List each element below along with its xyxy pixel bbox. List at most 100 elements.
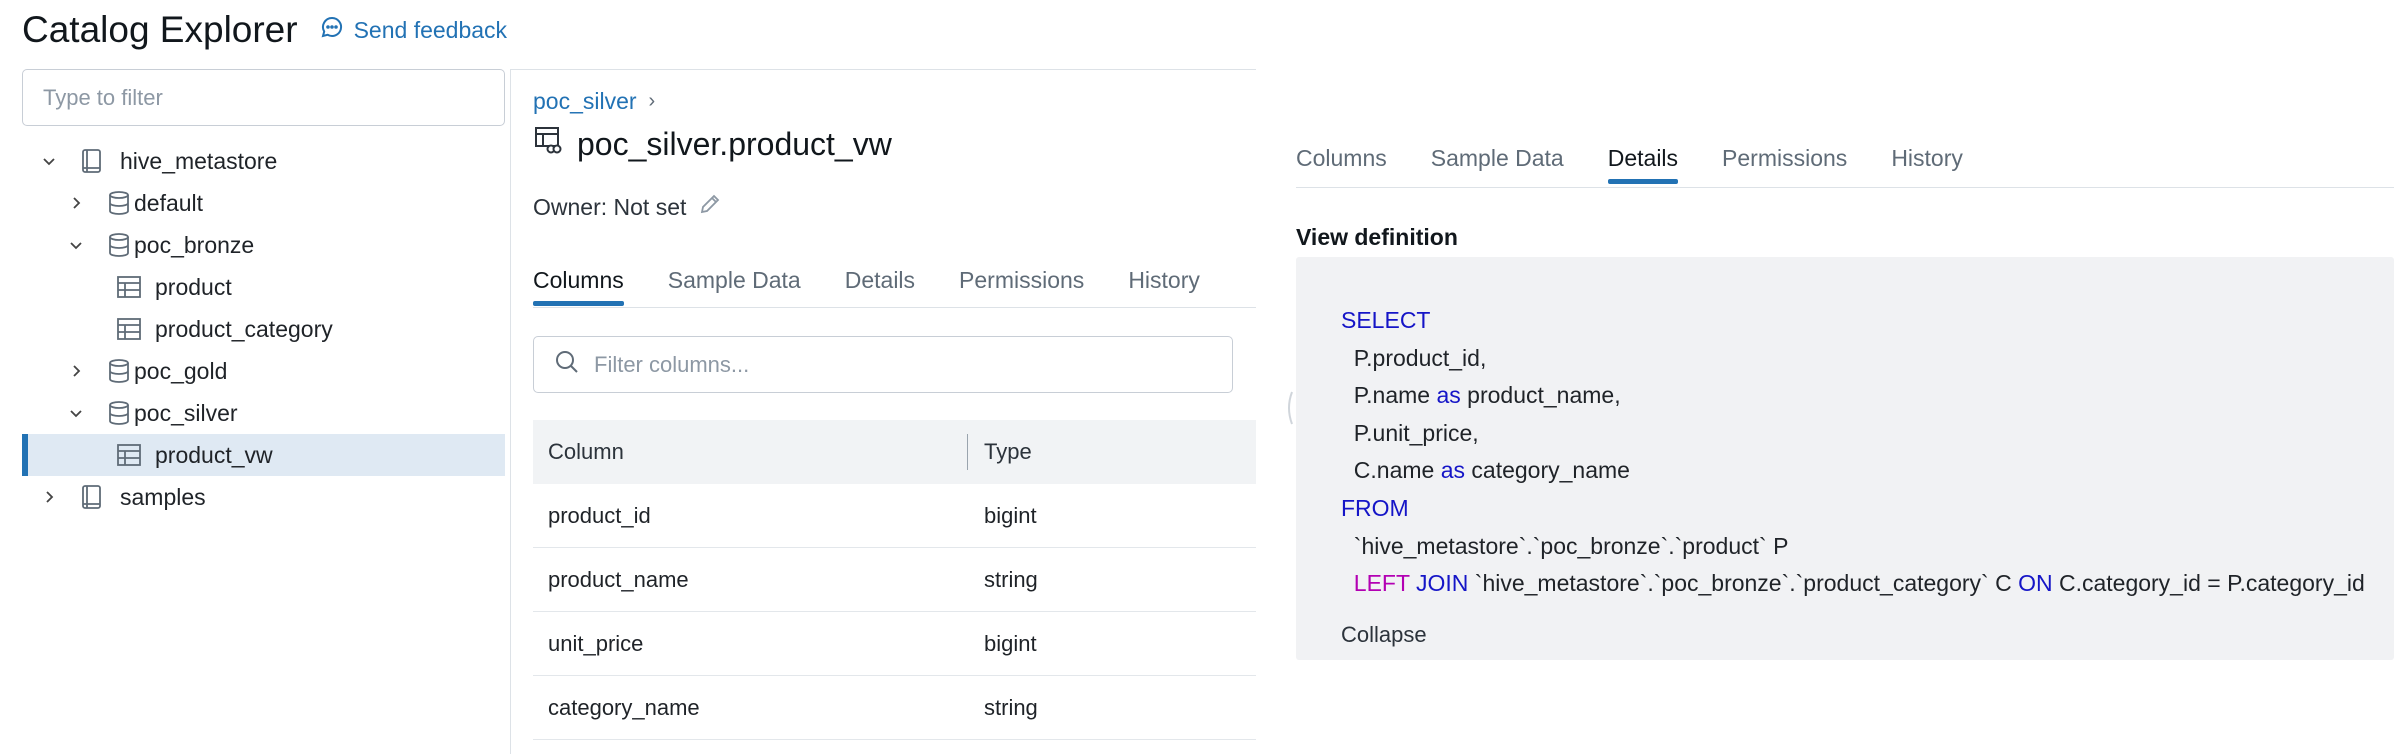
chevron-down-icon[interactable]: [66, 403, 86, 423]
tree-item-product-category[interactable]: product_category: [22, 308, 505, 350]
cell-column-type: bigint: [984, 630, 1037, 656]
pencil-icon[interactable]: [698, 192, 722, 222]
sql-text: P.unit_price,: [1353, 419, 1479, 446]
chevron-down-icon[interactable]: [66, 235, 86, 255]
sql-text: `hive_metastore`.`poc_bronze`.`product` …: [1353, 532, 1789, 559]
panel-divider: [510, 69, 511, 754]
catalog-sidebar: hive_metastore default poc_bronze produc…: [22, 69, 505, 754]
view-icon: [533, 125, 563, 163]
table-icon: [115, 315, 143, 343]
owner-row: Owner: Not set: [533, 192, 722, 222]
object-tabs: Columns Sample Data Details Permissions …: [533, 267, 1200, 306]
cell-column-name: product_id: [548, 502, 651, 528]
breadcrumb-schema-link[interactable]: poc_silver: [533, 88, 637, 115]
tree-item-label: poc_bronze: [134, 231, 255, 258]
tree-item-product-vw[interactable]: product_vw: [22, 434, 505, 476]
tabs-divider: [1296, 187, 2394, 188]
details-tabs: Columns Sample Data Details Permissions …: [1296, 145, 1963, 184]
sql-text: category_name: [1465, 457, 1630, 484]
cell-column-name: unit_price: [548, 630, 644, 656]
page-header: Catalog Explorer Send feedback: [22, 0, 507, 60]
tree-item-label: product_vw: [155, 441, 273, 468]
sql-keyword: FROM: [1341, 494, 1409, 521]
tab-details[interactable]: Details: [1607, 145, 1679, 184]
page-title: Catalog Explorer: [22, 9, 298, 50]
tab-permissions[interactable]: Permissions: [959, 267, 1084, 306]
database-icon: [105, 399, 133, 427]
view-definition-heading: View definition: [1296, 224, 1458, 250]
sql-keyword: as: [1440, 457, 1466, 484]
tree-item-poc-silver[interactable]: poc_silver: [22, 392, 505, 434]
tree-item-label: samples: [120, 483, 206, 510]
catalog-icon: [78, 483, 106, 511]
feedback-label: Send feedback: [353, 16, 508, 43]
columns-table: Column Type product_id bigint product_na…: [533, 420, 1256, 740]
tree-item-hive-metastore[interactable]: hive_metastore: [22, 140, 505, 182]
collapse-button[interactable]: Collapse: [1341, 622, 1427, 648]
sql-text: `hive_metastore`.`poc_bronze`.`product_c…: [1468, 570, 2019, 597]
tab-history[interactable]: History: [1891, 145, 1963, 184]
sql-keyword: LEFT: [1353, 570, 1410, 597]
cell-column-type: string: [984, 694, 1038, 720]
cell-column-name: product_name: [548, 566, 689, 592]
object-detail-panel: poc_silver › poc_silver.product_vw Owner…: [533, 70, 1256, 754]
tree-filter-input[interactable]: [22, 69, 505, 126]
table-icon: [115, 441, 143, 469]
chevron-right-icon[interactable]: [66, 361, 86, 381]
breadcrumb-separator: ›: [648, 90, 656, 112]
column-filter-input[interactable]: [594, 351, 1194, 378]
tab-columns[interactable]: Columns: [1296, 145, 1387, 184]
table-icon: [115, 273, 143, 301]
database-icon: [105, 231, 133, 259]
feedback-icon: [320, 15, 344, 45]
table-row[interactable]: product_name string: [533, 548, 1256, 612]
sql-code: SELECT P.product_id, P.name as product_n…: [1341, 302, 2365, 603]
table-row[interactable]: category_name string: [533, 676, 1256, 740]
sql-text: C.name: [1353, 457, 1441, 484]
tree-item-product[interactable]: product: [22, 266, 505, 308]
sql-text: P.name: [1353, 382, 1437, 409]
tab-sample-data[interactable]: Sample Data: [668, 267, 801, 306]
cell-column-name: category_name: [548, 694, 700, 720]
tree-item-poc-bronze[interactable]: poc_bronze: [22, 224, 505, 266]
send-feedback-link[interactable]: Send feedback: [320, 15, 507, 45]
tree-item-label: default: [134, 189, 204, 216]
tree-item-default[interactable]: default: [22, 182, 505, 224]
column-header-column[interactable]: Column: [548, 439, 624, 465]
owner-label: Owner: Not set: [533, 193, 687, 220]
tab-details[interactable]: Details: [845, 267, 915, 306]
tab-sample-data[interactable]: Sample Data: [1431, 145, 1564, 184]
tree-item-poc-gold[interactable]: poc_gold: [22, 350, 505, 392]
chevron-right-icon[interactable]: [66, 193, 86, 213]
table-row[interactable]: product_id bigint: [533, 484, 1256, 548]
tree-item-label: poc_silver: [134, 399, 238, 426]
tree-item-label: hive_metastore: [120, 147, 278, 174]
database-icon: [105, 189, 133, 217]
tree-item-label: product: [155, 273, 232, 300]
sql-text: C.category_id = P.category_id: [2052, 570, 2365, 597]
tab-history[interactable]: History: [1128, 267, 1200, 306]
tree-item-label: product_category: [155, 315, 333, 342]
object-title-text: poc_silver.product_vw: [577, 125, 892, 162]
sql-keyword: SELECT: [1341, 307, 1431, 333]
cell-column-type: string: [984, 566, 1038, 592]
tree-item-samples[interactable]: samples: [22, 476, 505, 518]
table-row[interactable]: unit_price bigint: [533, 612, 1256, 676]
search-icon: [554, 349, 580, 380]
tab-permissions[interactable]: Permissions: [1722, 145, 1847, 184]
chevron-down-icon[interactable]: [39, 151, 59, 171]
chevron-right-icon[interactable]: [39, 487, 59, 507]
column-header-type[interactable]: Type: [984, 439, 1032, 465]
catalog-tree: hive_metastore default poc_bronze produc…: [22, 140, 505, 518]
sql-keyword: as: [1436, 382, 1461, 409]
column-resize-handle[interactable]: [967, 434, 968, 470]
sql-text: product_name,: [1460, 382, 1621, 409]
sql-keyword: JOIN: [1416, 570, 1469, 597]
object-title: poc_silver.product_vw: [533, 125, 892, 163]
breadcrumb: poc_silver ›: [533, 88, 655, 115]
table-header: Column Type: [533, 420, 1256, 484]
column-filter[interactable]: [533, 336, 1233, 393]
panel-collapse-handle[interactable]: [1284, 390, 1294, 426]
tree-item-label: poc_gold: [134, 357, 228, 384]
tab-columns[interactable]: Columns: [533, 267, 624, 306]
